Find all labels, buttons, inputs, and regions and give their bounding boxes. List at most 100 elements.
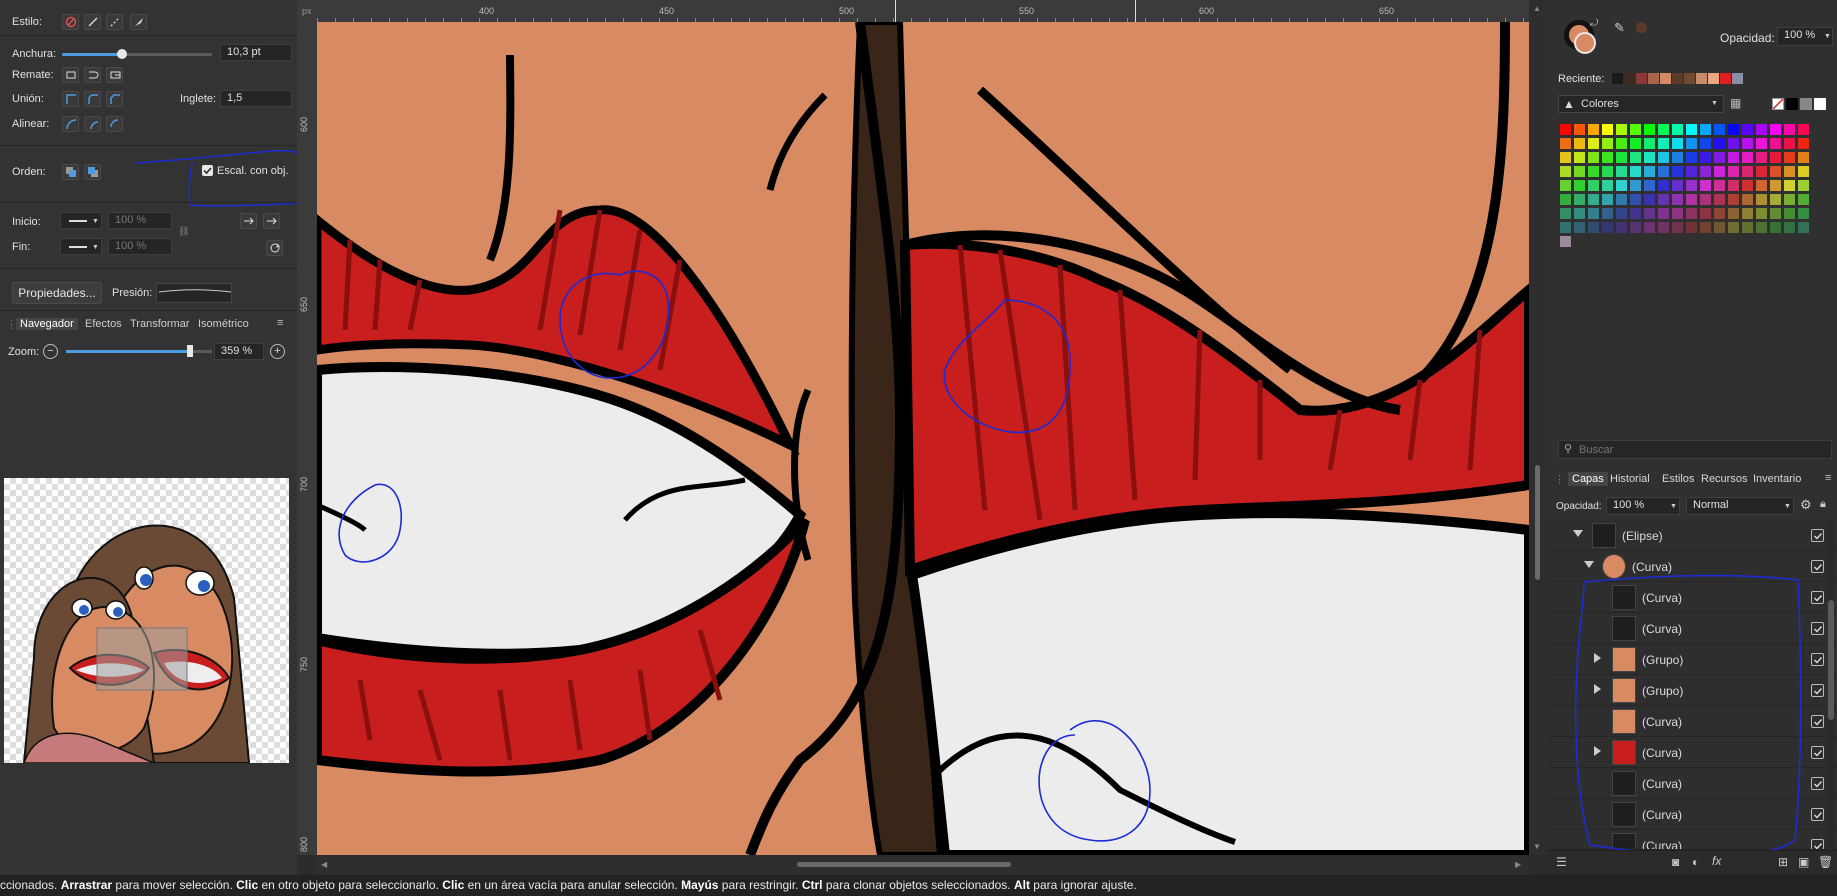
tab-historial[interactable]: Historial bbox=[1610, 473, 1650, 485]
palette-swatch[interactable] bbox=[1574, 180, 1585, 191]
palette-swatch[interactable] bbox=[1616, 138, 1627, 149]
palette-swatch[interactable] bbox=[1756, 208, 1767, 219]
search-input[interactable] bbox=[1579, 443, 1819, 457]
palette-swatch[interactable] bbox=[1602, 138, 1613, 149]
palette-swatch[interactable] bbox=[1630, 180, 1641, 191]
palette-swatch[interactable] bbox=[1742, 180, 1753, 191]
palette-grid[interactable] bbox=[1560, 124, 1830, 254]
palette-swatch[interactable] bbox=[1700, 194, 1711, 205]
tab-capas[interactable]: Capas bbox=[1568, 472, 1608, 486]
palette-swatch[interactable] bbox=[1700, 152, 1711, 163]
recent-color-swatch[interactable] bbox=[1660, 73, 1671, 84]
recent-color-swatch[interactable] bbox=[1696, 73, 1707, 84]
recent-color-swatch[interactable] bbox=[1624, 73, 1635, 84]
palette-swatch[interactable] bbox=[1686, 180, 1697, 191]
gray-swatch[interactable] bbox=[1800, 98, 1812, 110]
palette-swatch[interactable] bbox=[1644, 222, 1655, 233]
palette-swatch[interactable] bbox=[1728, 166, 1739, 177]
black-swatch[interactable] bbox=[1786, 98, 1798, 110]
palette-swatch[interactable] bbox=[1602, 124, 1613, 135]
tab-isometrico[interactable]: Isométrico bbox=[198, 318, 249, 330]
visibility-checkbox[interactable] bbox=[1811, 777, 1824, 790]
round-cap-icon[interactable] bbox=[84, 67, 101, 83]
palette-swatch[interactable] bbox=[1588, 222, 1599, 233]
palette-swatch[interactable] bbox=[1616, 166, 1627, 177]
viewport-rect[interactable] bbox=[96, 627, 188, 691]
palette-swatch[interactable] bbox=[1574, 152, 1585, 163]
palette-swatch[interactable] bbox=[1616, 124, 1627, 135]
palette-swatch[interactable] bbox=[1672, 194, 1683, 205]
palette-swatch[interactable] bbox=[1770, 194, 1781, 205]
palette-swatch[interactable] bbox=[1588, 194, 1599, 205]
visibility-checkbox[interactable] bbox=[1811, 591, 1824, 604]
palette-swatch[interactable] bbox=[1644, 166, 1655, 177]
palette-swatch[interactable] bbox=[1770, 138, 1781, 149]
palette-swatch[interactable] bbox=[1686, 194, 1697, 205]
palette-swatch[interactable] bbox=[1602, 166, 1613, 177]
palette-swatch[interactable] bbox=[1742, 152, 1753, 163]
visibility-checkbox[interactable] bbox=[1811, 560, 1824, 573]
palette-swatch[interactable] bbox=[1630, 138, 1641, 149]
palette-swatch[interactable] bbox=[1798, 208, 1809, 219]
horizontal-scroll-thumb[interactable] bbox=[797, 862, 1011, 867]
palette-swatch[interactable] bbox=[1574, 194, 1585, 205]
palette-swatch[interactable] bbox=[1686, 152, 1697, 163]
palette-swatch[interactable] bbox=[1784, 180, 1795, 191]
palette-swatch[interactable] bbox=[1770, 152, 1781, 163]
lock-icon[interactable]: 🔒︎ bbox=[1820, 498, 1826, 511]
recent-color-swatch[interactable] bbox=[1684, 73, 1695, 84]
palette-swatch[interactable] bbox=[1644, 208, 1655, 219]
no-color-swatch[interactable] bbox=[1772, 98, 1784, 110]
fill-color-well[interactable] bbox=[1574, 32, 1596, 54]
palette-swatch[interactable] bbox=[1616, 180, 1627, 191]
recent-color-swatch[interactable] bbox=[1648, 73, 1659, 84]
gear-icon[interactable]: ⚙ bbox=[1800, 497, 1812, 513]
palette-swatch[interactable] bbox=[1644, 138, 1655, 149]
eyedropper-icon[interactable]: ✎ bbox=[1614, 20, 1625, 36]
anchura-field[interactable]: 10,3 pt bbox=[220, 44, 292, 61]
vertical-scroll-thumb[interactable] bbox=[1535, 465, 1540, 580]
palette-swatch[interactable] bbox=[1672, 166, 1683, 177]
palette-swatch[interactable] bbox=[1728, 138, 1739, 149]
blend-mode-select[interactable]: Normal bbox=[1686, 497, 1794, 515]
palette-swatch[interactable] bbox=[1700, 180, 1711, 191]
recent-color-swatch[interactable] bbox=[1612, 73, 1623, 84]
picked-color-swatch[interactable] bbox=[1636, 22, 1647, 33]
horizontal-scrollbar[interactable]: ◀ ▶ bbox=[317, 855, 1529, 875]
fin-field[interactable]: 100 % bbox=[108, 238, 172, 255]
group-icon[interactable]: ▣ bbox=[1798, 855, 1809, 869]
tab-navegador[interactable]: Navegador bbox=[16, 318, 78, 330]
palette-swatch[interactable] bbox=[1616, 194, 1627, 205]
palette-swatch[interactable] bbox=[1714, 194, 1725, 205]
layers-scroll-thumb[interactable] bbox=[1828, 600, 1834, 720]
butt-cap-icon[interactable] bbox=[62, 67, 79, 83]
palette-swatch[interactable] bbox=[1574, 138, 1585, 149]
palette-swatch[interactable] bbox=[1798, 222, 1809, 233]
arrow-start-icon[interactable] bbox=[240, 213, 257, 229]
recent-color-swatch[interactable] bbox=[1672, 73, 1683, 84]
palette-swatch[interactable] bbox=[1644, 180, 1655, 191]
palette-swatch[interactable] bbox=[1770, 222, 1781, 233]
palette-swatch[interactable] bbox=[1574, 222, 1585, 233]
palette-swatch[interactable] bbox=[1742, 166, 1753, 177]
palette-swatch[interactable] bbox=[1686, 138, 1697, 149]
palette-swatch[interactable] bbox=[1700, 208, 1711, 219]
palette-swatch[interactable] bbox=[1672, 180, 1683, 191]
palette-swatch[interactable] bbox=[1672, 124, 1683, 135]
palette-swatch[interactable] bbox=[1588, 208, 1599, 219]
palette-swatch[interactable] bbox=[1588, 180, 1599, 191]
square-cap-icon[interactable] bbox=[106, 67, 123, 83]
layers-scrollbar[interactable] bbox=[1828, 520, 1834, 855]
palette-swatch[interactable] bbox=[1756, 166, 1767, 177]
palette-swatch[interactable] bbox=[1630, 194, 1641, 205]
palette-swatch[interactable] bbox=[1714, 152, 1725, 163]
palette-swatch[interactable] bbox=[1560, 124, 1571, 135]
palette-swatch[interactable] bbox=[1630, 152, 1641, 163]
palette-swatch[interactable] bbox=[1630, 124, 1641, 135]
visibility-checkbox[interactable] bbox=[1811, 653, 1824, 666]
chevron-down-icon[interactable]: ▼ bbox=[1824, 33, 1831, 40]
tab-recursos[interactable]: Recursos bbox=[1701, 473, 1747, 485]
recent-color-swatch[interactable] bbox=[1720, 73, 1731, 84]
palette-swatch[interactable] bbox=[1784, 152, 1795, 163]
palette-swatch[interactable] bbox=[1784, 138, 1795, 149]
